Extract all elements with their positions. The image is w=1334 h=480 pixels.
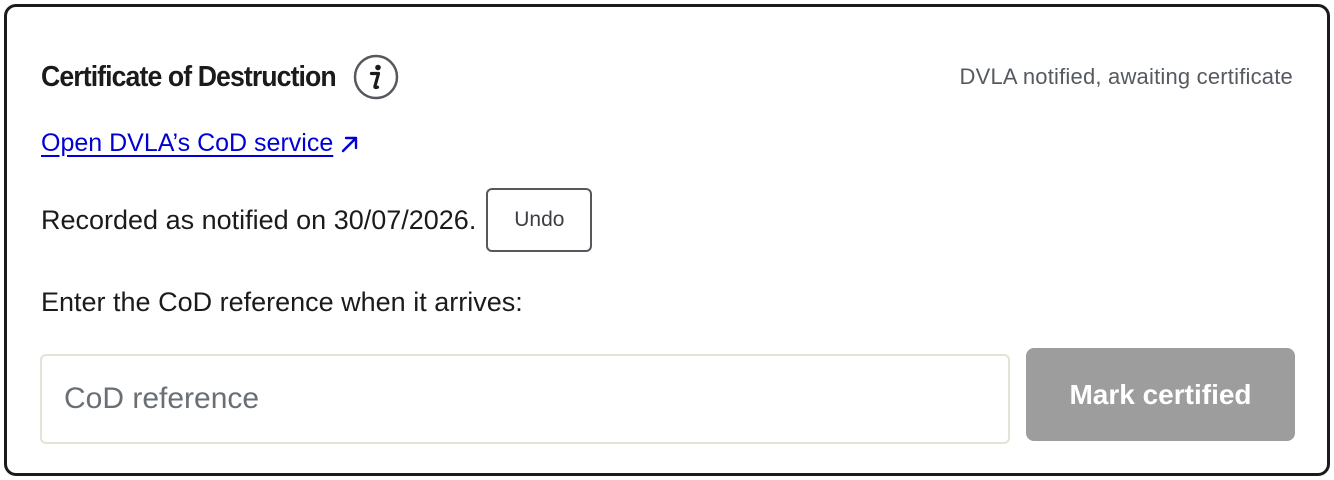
certificate-of-destruction-card: Certificate of Destruction DVLA notified… bbox=[4, 4, 1330, 476]
undo-button[interactable]: Undo bbox=[486, 188, 593, 252]
notified-row: Recorded as notified on 30/07/2026. Undo bbox=[41, 187, 593, 253]
card-header: Certificate of Destruction DVLA notified… bbox=[41, 54, 1293, 100]
cod-reference-input[interactable] bbox=[40, 354, 1010, 444]
status-badge: DVLA notified, awaiting certificate bbox=[959, 64, 1293, 89]
dvla-link-label: Open DVLA’s CoD service bbox=[41, 129, 334, 157]
title-group: Certificate of Destruction bbox=[41, 54, 399, 100]
info-icon[interactable] bbox=[353, 54, 399, 100]
reference-prompt: Enter the CoD reference when it arrives: bbox=[41, 287, 523, 317]
recorded-notified-text: Recorded as notified on 30/07/2026. bbox=[41, 204, 477, 235]
mark-certified-button[interactable]: Mark certified bbox=[1026, 348, 1295, 441]
dvla-cod-service-link[interactable]: Open DVLA’s CoD service bbox=[41, 129, 361, 158]
arrow-up-right-icon bbox=[339, 133, 361, 155]
card-title: Certificate of Destruction bbox=[41, 60, 337, 93]
